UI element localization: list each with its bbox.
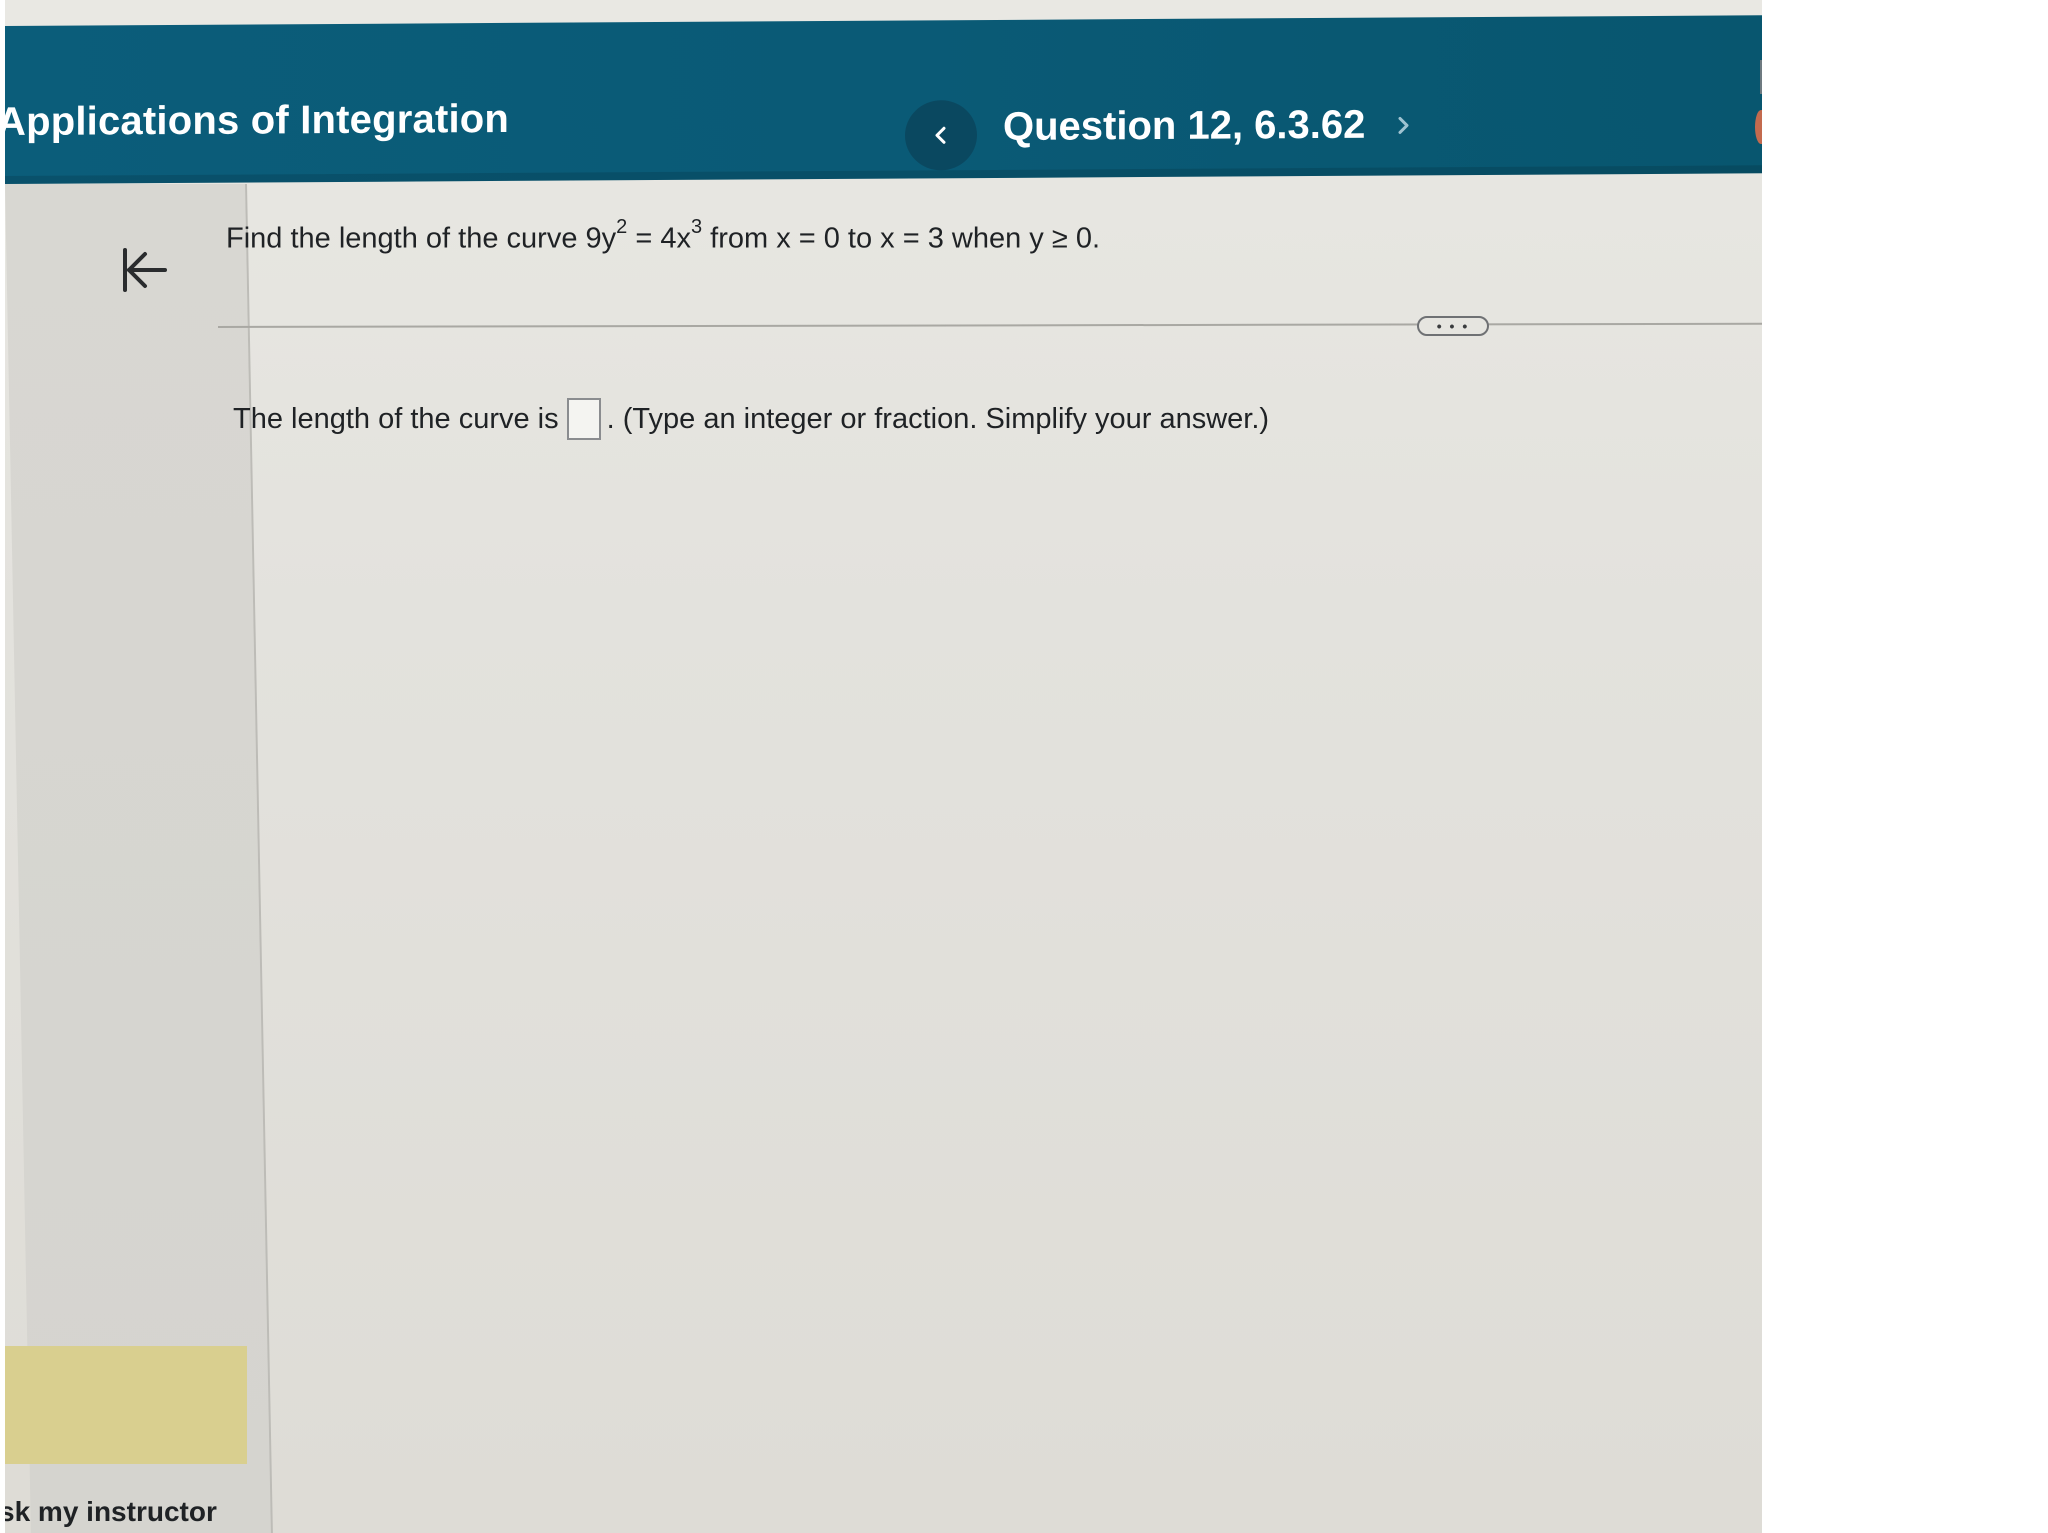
next-question-button[interactable] [1383, 105, 1423, 145]
chevron-left-icon [935, 126, 946, 144]
question-exponent-y: 2 [616, 216, 628, 238]
chevron-right-icon [1398, 116, 1409, 134]
question-mid: = 4x [627, 222, 691, 255]
question-label: Question 12, 6.3.62 [1003, 102, 1366, 149]
question-prefix: Find the length of the curve 9y [226, 222, 617, 255]
sidebar-highlight-block [5, 1346, 247, 1464]
answer-instructions: . (Type an integer or fraction. Simplify… [606, 402, 1270, 435]
collapse-left-icon [123, 248, 167, 292]
answer-lead: The length of the curve is [233, 402, 559, 435]
answer-input[interactable] [566, 398, 601, 440]
edge-artifact [1760, 60, 1762, 94]
left-sidebar [5, 184, 273, 1533]
more-options-button[interactable]: • • • [1417, 316, 1489, 336]
question-statement: Find the length of the curve 9y2 = 4x3 f… [226, 216, 1101, 256]
question-suffix: from x = 0 to x = 3 when y ≥ 0. [702, 222, 1101, 255]
answer-line: The length of the curve is . (Type an in… [233, 398, 1269, 440]
question-exponent-x: 3 [690, 216, 703, 238]
more-options-label: • • • [1436, 318, 1470, 334]
previous-question-button[interactable] [905, 100, 977, 171]
page-title: Applications of Integration [5, 96, 510, 145]
collapse-sidebar-button[interactable] [113, 240, 173, 300]
screen: Applications of Integration Question 12,… [5, 0, 1762, 1533]
content-divider [218, 322, 1762, 328]
header-bar: Applications of Integration Question 12,… [5, 15, 1762, 184]
ask-instructor-link[interactable]: sk my instructor [5, 1496, 217, 1528]
edge-artifact [1755, 110, 1762, 144]
